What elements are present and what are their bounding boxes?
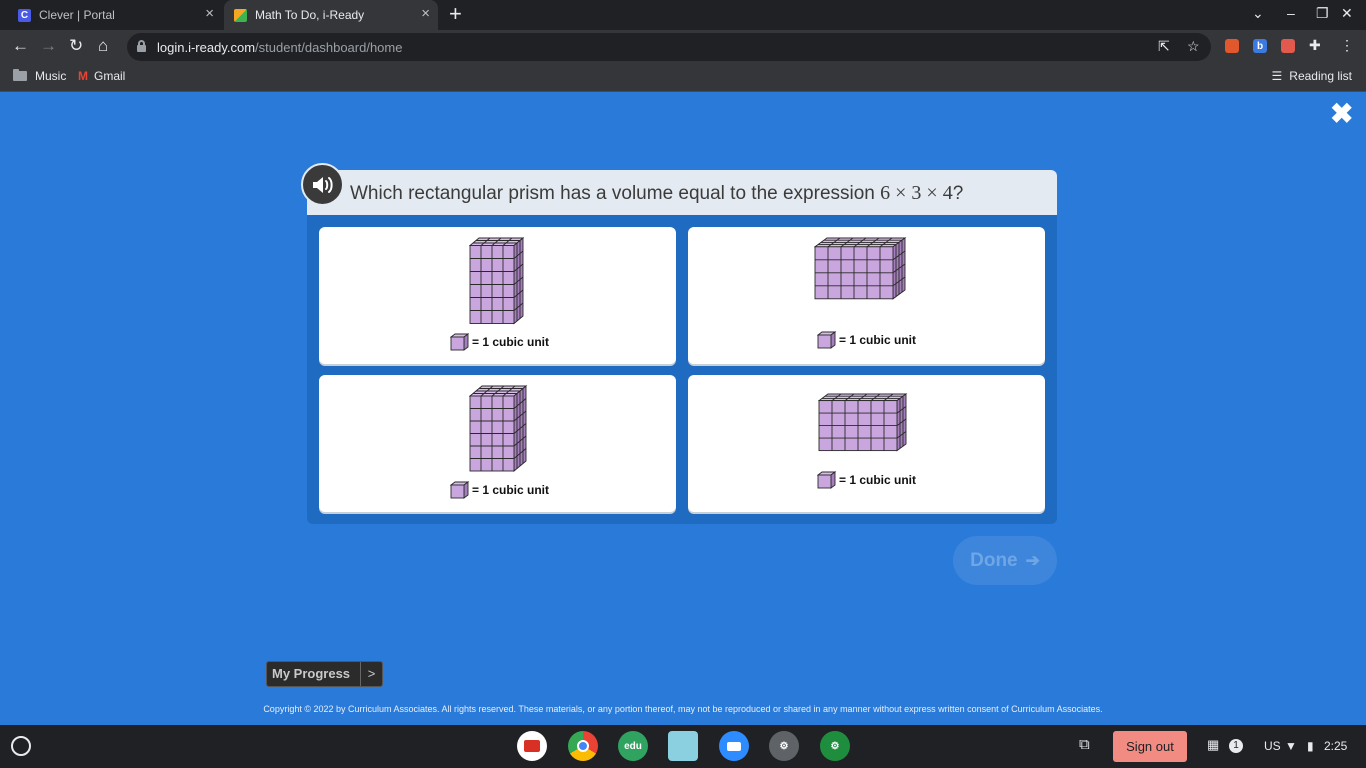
edu-app-icon[interactable]: edu (618, 731, 648, 761)
clock[interactable]: 2:25 (1324, 739, 1347, 753)
legend-text: = 1 cubic unit (472, 335, 550, 349)
back-arrow-icon[interactable]: ← (12, 37, 29, 55)
forward-arrow-icon[interactable]: → (40, 37, 57, 55)
bookmark-label: Gmail (94, 69, 126, 83)
progress-label: My Progress (267, 662, 362, 686)
zoom-icon[interactable] (719, 731, 749, 761)
tab-title: Math To Do, i-Ready (255, 8, 365, 22)
reading-list-label: Reading list (1289, 69, 1352, 83)
gmail-icon: M (78, 69, 88, 83)
reload-icon[interactable]: ↻ (69, 37, 83, 55)
tab-search-icon[interactable]: ⌄ (1252, 5, 1264, 22)
settings-gear-icon[interactable]: ⚙ (820, 731, 850, 761)
unit-cube-icon (817, 471, 837, 489)
reading-list-button[interactable]: ☰ Reading list (1272, 69, 1352, 83)
url-text[interactable]: login.i-ready.com/student/dashboard/home (157, 40, 402, 55)
answer-choice-1[interactable]: = 1 cubic unit (319, 227, 676, 364)
app-icon[interactable] (517, 731, 547, 761)
close-icon[interactable]: ✖ (1330, 100, 1353, 128)
chevron-right-icon[interactable]: > (361, 662, 382, 686)
browser-toolbar: ← → ↻ ⌂ login.i-ready.com/student/dashbo… (0, 30, 1366, 64)
prism-figure (814, 237, 907, 300)
question-text: Which rectangular prism has a volume equ… (350, 182, 964, 204)
legend-text: = 1 cubic unit (839, 473, 917, 487)
legend-text: = 1 cubic unit (839, 333, 917, 347)
copyright-text: Copyright © 2022 by Curriculum Associate… (263, 704, 1103, 714)
done-label: Done (970, 549, 1018, 571)
os-shelf: edu ⚙ ⚙ ⧉ Sign out ▦ 1 US ▼ ▮ 2:25 (0, 725, 1366, 768)
done-button[interactable]: Done ➔ (953, 536, 1057, 585)
close-tab-icon[interactable]: × (421, 6, 430, 22)
my-progress-button[interactable]: My Progress > (266, 661, 384, 687)
unit-legend: = 1 cubic unit (817, 331, 916, 349)
prism-figure (818, 393, 908, 452)
maximize-button[interactable]: ❐ (1316, 5, 1329, 22)
extension-b-icon[interactable]: b (1253, 39, 1267, 53)
notification-count-badge[interactable]: 1 (1229, 739, 1243, 753)
unit-legend: = 1 cubic unit (450, 481, 549, 499)
extensions-icon[interactable]: ✚ (1309, 37, 1321, 54)
building-icon[interactable]: ▦ (1207, 737, 1219, 753)
prism-figure (469, 237, 525, 325)
minimize-button[interactable]: – (1287, 5, 1295, 21)
bookmarks-bar: Music M Gmail ☰ Reading list (0, 64, 1366, 92)
reading-list-icon: ☰ (1271, 69, 1283, 83)
tab-iready[interactable]: Math To Do, i-Ready × (224, 0, 438, 30)
star-icon[interactable]: ☆ (1187, 38, 1200, 55)
answer-choice-4[interactable]: = 1 cubic unit (688, 375, 1045, 512)
tab-title: Clever | Portal (39, 8, 115, 22)
sign-out-button[interactable]: Sign out (1113, 731, 1187, 762)
address-bar[interactable]: login.i-ready.com/student/dashboard/home… (127, 33, 1211, 61)
bookmark-gmail[interactable]: M Gmail (78, 69, 125, 83)
speaker-button[interactable] (301, 163, 344, 206)
unit-cube-icon (450, 481, 470, 499)
keyboard-layout[interactable]: US (1264, 739, 1281, 753)
unit-legend: = 1 cubic unit (450, 333, 549, 351)
wifi-icon[interactable]: ▼ (1285, 739, 1297, 753)
more-icon[interactable]: ⋮ (1340, 37, 1354, 54)
tote-icon[interactable]: ⧉ (1079, 736, 1090, 753)
unit-legend: = 1 cubic unit (817, 471, 916, 489)
home-icon[interactable]: ⌂ (98, 37, 108, 55)
question-bar: Which rectangular prism has a volume equ… (307, 170, 1057, 215)
iready-icon (234, 8, 247, 22)
clever-icon: C (18, 8, 31, 22)
unit-cube-icon (450, 333, 470, 351)
prism-figure (469, 385, 528, 472)
close-window-button[interactable]: ✕ (1341, 5, 1353, 22)
launcher-icon[interactable] (11, 736, 31, 756)
lock-icon (137, 40, 146, 52)
chrome-icon[interactable] (568, 731, 598, 761)
answer-choice-3[interactable]: = 1 cubic unit (319, 375, 676, 512)
battery-icon[interactable]: ▮ (1307, 739, 1314, 753)
tab-clever[interactable]: C Clever | Portal × (8, 0, 222, 30)
tab-strip: C Clever | Portal × Math To Do, i-Ready … (0, 0, 1366, 30)
new-tab-button[interactable]: + (449, 3, 462, 25)
arrow-right-icon: ➔ (1025, 550, 1040, 570)
answer-choice-2[interactable]: = 1 cubic unit (688, 227, 1045, 364)
bookmark-label: Music (35, 69, 67, 83)
unit-cube-icon (817, 331, 837, 349)
settings-gear-icon[interactable]: ⚙ (769, 731, 799, 761)
lesson-area: ✖ Which rectangular prism has a volume e… (0, 92, 1366, 725)
legend-text: = 1 cubic unit (472, 483, 550, 497)
app-icon[interactable] (668, 731, 698, 761)
math-expression: 6 × 3 × 4 (880, 182, 953, 204)
folder-icon (13, 69, 27, 81)
share-icon[interactable]: ⇱ (1158, 38, 1170, 55)
bookmark-music[interactable]: Music (13, 69, 66, 83)
question-panel: Which rectangular prism has a volume equ… (307, 170, 1057, 524)
close-tab-icon[interactable]: × (205, 6, 214, 22)
extension-icon[interactable] (1225, 39, 1239, 53)
speaker-icon (312, 176, 333, 193)
extension-icon[interactable] (1281, 39, 1295, 53)
